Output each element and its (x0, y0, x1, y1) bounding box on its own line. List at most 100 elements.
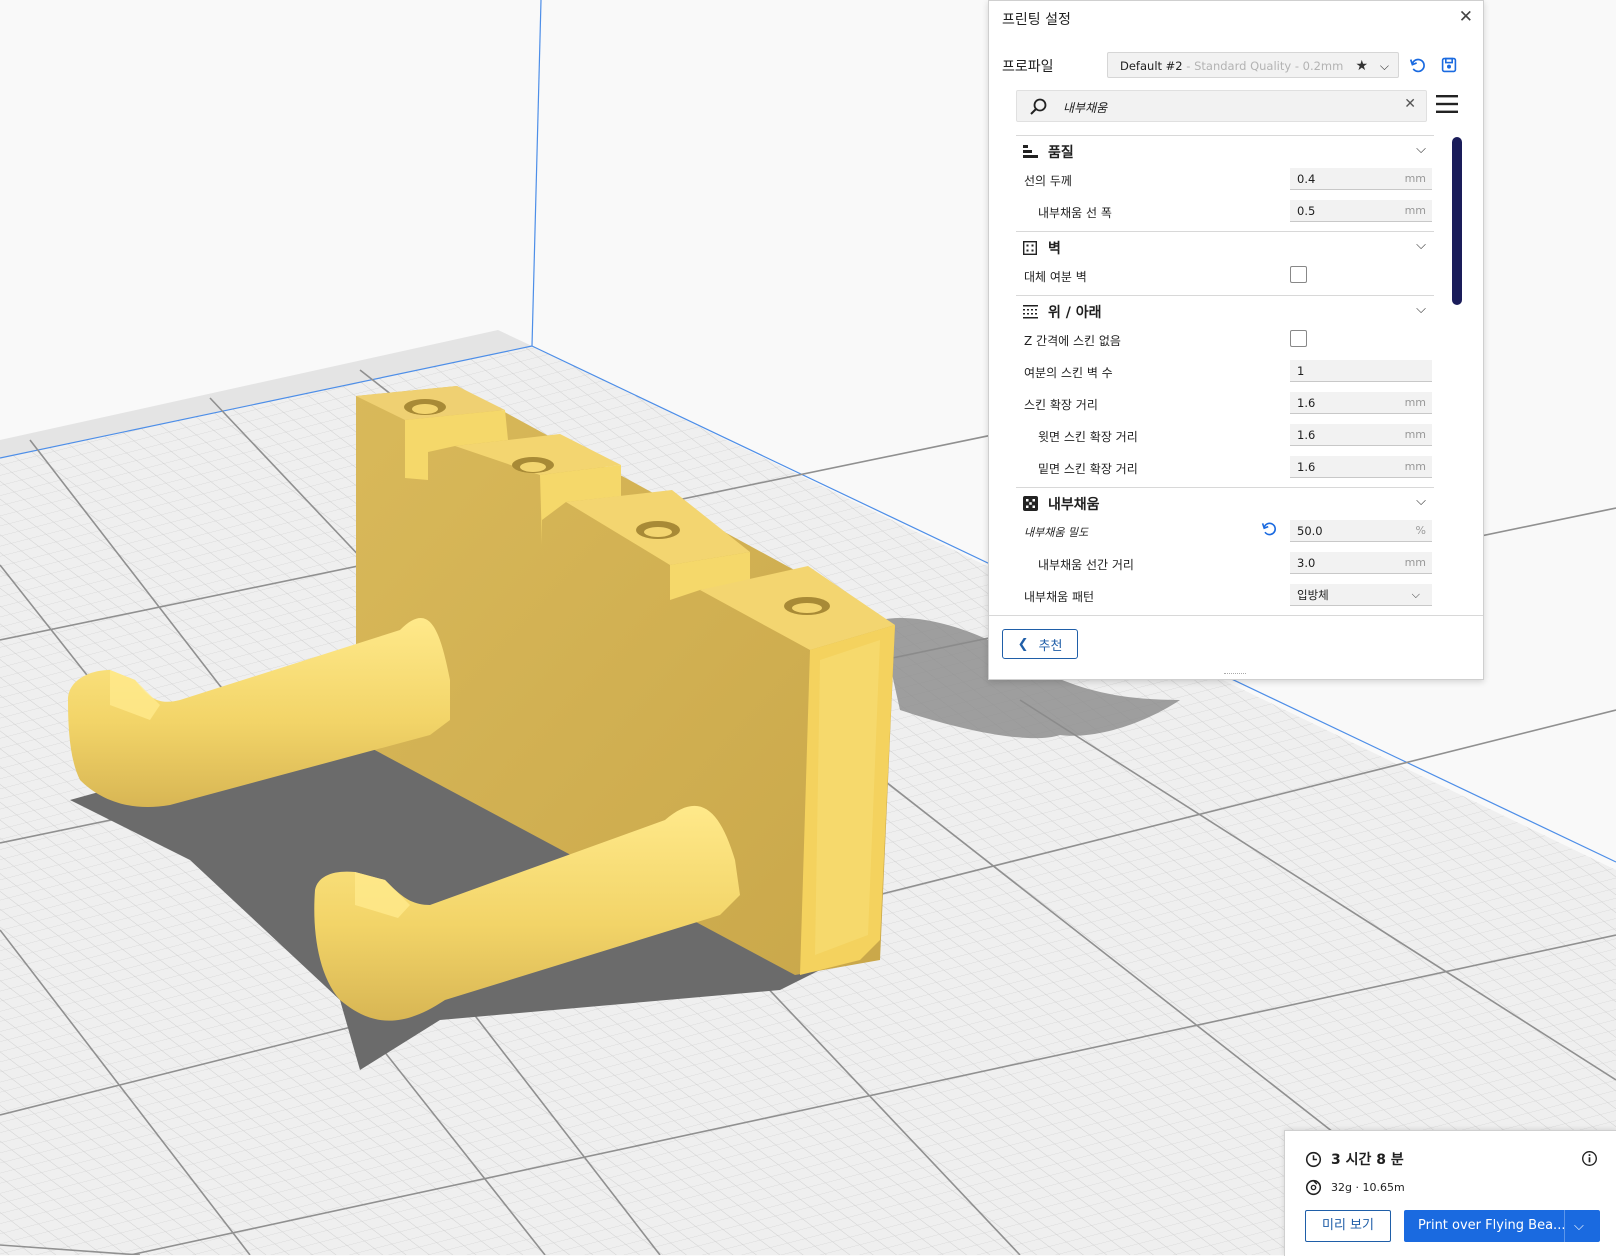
clear-search-icon[interactable]: ✕ (1404, 96, 1416, 112)
scrollbar[interactable] (1452, 137, 1462, 305)
section-walls[interactable]: 벽 ⌵ (1016, 231, 1434, 261)
chevron-left-icon: ❮ (1017, 636, 1029, 652)
setting-value: 1.6 (1297, 460, 1316, 474)
walls-icon (1022, 240, 1038, 259)
settings-search: ✕ (1016, 90, 1427, 122)
infill-icon (1023, 496, 1038, 515)
setting-input[interactable]: 1.6 mm (1290, 424, 1432, 446)
setting-label: 내부채움 선 폭 (1038, 206, 1112, 220)
setting-label: 여분의 스킨 벽 수 (1024, 366, 1113, 380)
profile-name: Default #2 (1120, 59, 1183, 73)
reset-icon[interactable] (1261, 521, 1277, 541)
setting-value: 50.0 (1297, 524, 1323, 538)
setting-label: Z 간격에 스킨 없음 (1024, 334, 1121, 348)
section-title: 품질 (1048, 145, 1074, 161)
close-icon[interactable]: ✕ (1459, 7, 1473, 27)
setting-label: 윗면 스킨 확장 거리 (1038, 430, 1138, 444)
setting-unit: mm (1404, 396, 1426, 409)
section-title: 내부채움 (1048, 497, 1100, 513)
setting-row: 내부채움 패턴 입방체 ⌵ (1016, 580, 1434, 612)
divider (1564, 1210, 1565, 1242)
info-icon[interactable] (1581, 1150, 1598, 1171)
recommended-label: 추천 (1038, 638, 1063, 654)
setting-label: 선의 두께 (1024, 174, 1072, 188)
preview-button[interactable]: 미리 보기 (1305, 1210, 1391, 1242)
menu-icon[interactable] (1436, 94, 1458, 118)
profile-label: 프로파일 (1002, 59, 1054, 75)
print-time: 3 시간 8 분 (1305, 1149, 1404, 1169)
spool-icon (1305, 1179, 1322, 1196)
setting-label: 스킨 확장 거리 (1024, 398, 1098, 412)
setting-input[interactable]: 3.0 mm (1290, 552, 1432, 574)
setting-row: 내부채움 밀도 50.0% (1016, 516, 1434, 548)
setting-value: 1.6 (1297, 396, 1316, 410)
setting-input[interactable]: 50.0% (1290, 520, 1432, 542)
job-estimate-panel: 3 시간 8 분 32g · 10.65m 미리 보기 Print over F… (1284, 1130, 1616, 1256)
setting-input[interactable]: 1.6 mm (1290, 392, 1432, 414)
resize-handle[interactable] (1224, 673, 1246, 677)
setting-row: 내부채움 선간 거리 3.0 mm (1016, 548, 1434, 580)
setting-value: 입방체 (1297, 588, 1329, 602)
setting-row: 밑면 스킨 확장 거리 1.6 mm (1016, 452, 1434, 484)
print-button[interactable]: Print over Flying Bea... ⌵ (1404, 1210, 1600, 1242)
setting-dropdown[interactable]: 입방체 ⌵ (1290, 584, 1432, 606)
top-bottom-icon (1023, 304, 1038, 323)
section-quality[interactable]: 품질 ⌵ (1016, 135, 1434, 165)
setting-row: 대체 여분 벽 (1016, 260, 1434, 292)
save-profile-icon[interactable] (1438, 53, 1460, 77)
setting-value: 0.5 (1297, 204, 1316, 218)
star-icon[interactable]: ★ (1355, 53, 1368, 77)
setting-row: 내부채움 선 폭 0.5 mm (1016, 196, 1434, 228)
search-icon (1029, 97, 1049, 121)
section-title: 위 / 아래 (1048, 305, 1102, 321)
setting-row: Z 간격에 스킨 없음 (1016, 324, 1434, 356)
reset-profile-icon[interactable] (1406, 53, 1428, 77)
setting-label: 내부채움 패턴 (1024, 590, 1095, 604)
print-button-label: Print over Flying Bea... (1418, 1218, 1566, 1233)
chevron-down-icon: ⌵ (1416, 302, 1426, 317)
profile-dropdown[interactable]: Default #2 - Standard Quality - 0.2mm ★ … (1107, 52, 1399, 78)
panel-title: 프린팅 설정 (1002, 12, 1071, 28)
recommended-button[interactable]: ❮ 추천 (1002, 629, 1078, 659)
setting-row: 여분의 스킨 벽 수 1 (1016, 356, 1434, 388)
clock-icon (1305, 1151, 1322, 1167)
setting-unit: mm (1404, 204, 1426, 217)
setting-label: 대체 여분 벽 (1024, 270, 1087, 284)
chevron-down-icon: ⌵ (1416, 142, 1426, 157)
setting-value: 3.0 (1297, 556, 1316, 570)
setting-unit: % (1415, 524, 1426, 537)
section-top-bottom[interactable]: 위 / 아래 ⌵ (1016, 295, 1434, 325)
setting-unit: mm (1404, 172, 1426, 185)
setting-value: 1 (1297, 364, 1305, 378)
chevron-down-icon: ⌵ (1416, 494, 1426, 509)
setting-label: 밑면 스킨 확장 거리 (1038, 462, 1138, 476)
search-input[interactable] (1061, 95, 1385, 119)
setting-value: 1.6 (1297, 428, 1316, 442)
print-settings-panel: 프린팅 설정 ✕ 프로파일 Default #2 - Standard Qual… (988, 0, 1484, 680)
chevron-down-icon: ⌵ (1411, 588, 1420, 601)
settings-list: 품질 ⌵ 선의 두께 0.4 mm 내부채움 선 폭 0.5 mm 벽 ⌵ 대체 여… (1016, 135, 1434, 615)
section-title: 벽 (1048, 241, 1061, 257)
print-time-value: 3 시간 8 분 (1331, 1152, 1404, 1168)
setting-value: 0.4 (1297, 172, 1316, 186)
chevron-down-icon[interactable]: ⌵ (1574, 1211, 1584, 1243)
setting-unit: mm (1404, 460, 1426, 473)
setting-label: 내부채움 밀도 (1024, 526, 1089, 539)
setting-unit: mm (1404, 556, 1426, 569)
setting-row: 선의 두께 0.4 mm (1016, 164, 1434, 196)
setting-input[interactable]: 1.6 mm (1290, 456, 1432, 478)
setting-checkbox[interactable] (1290, 330, 1307, 347)
material-usage: 32g · 10.65m (1305, 1179, 1405, 1196)
setting-label: 내부채움 선간 거리 (1038, 558, 1134, 572)
setting-input[interactable]: 0.4 mm (1290, 168, 1432, 190)
setting-row: 윗면 스킨 확장 거리 1.6 mm (1016, 420, 1434, 452)
panel-footer-divider (989, 615, 1483, 616)
setting-row: 스킨 확장 거리 1.6 mm (1016, 388, 1434, 420)
setting-input[interactable]: 1 (1290, 360, 1432, 382)
setting-input[interactable]: 0.5 mm (1290, 200, 1432, 222)
section-infill[interactable]: 내부채움 ⌵ (1016, 487, 1434, 517)
chevron-down-icon: ⌵ (1416, 238, 1426, 253)
chevron-down-icon: ⌵ (1379, 59, 1389, 73)
setting-checkbox[interactable] (1290, 266, 1307, 283)
profile-quality: - Standard Quality - 0.2mm (1182, 59, 1344, 73)
